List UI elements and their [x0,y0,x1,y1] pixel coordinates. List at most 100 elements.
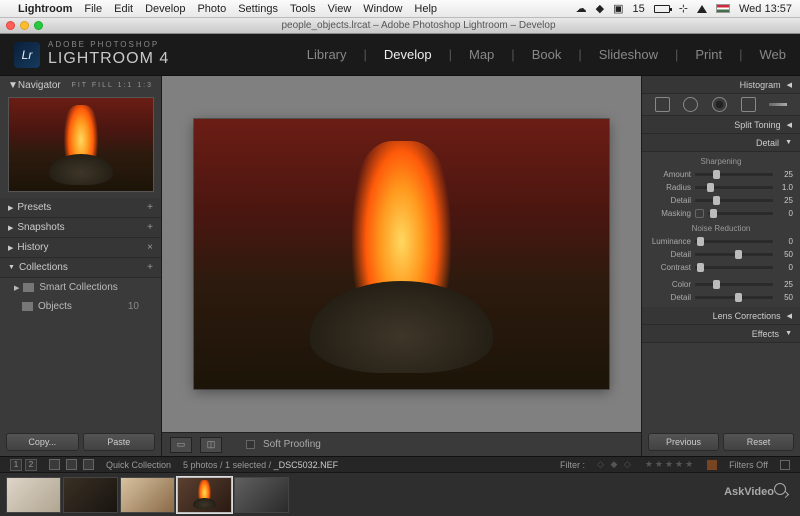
slider-track[interactable] [695,253,773,256]
filmstrip-thumb-selected[interactable] [177,477,232,513]
input-source-icon[interactable] [716,4,730,13]
navigator-zoom-options[interactable]: FIT FILL 1:1 1:3 [72,82,153,89]
slider-sharp-radius[interactable]: Radius1.0 [649,181,793,194]
filmstrip[interactable] [0,472,800,516]
module-library[interactable]: Library [307,47,347,62]
module-map[interactable]: Map [469,47,494,62]
slider-track[interactable] [695,199,773,202]
slider-knob[interactable] [697,237,704,246]
crop-tool[interactable] [655,97,670,112]
add-icon[interactable]: + [147,262,153,273]
previous-button[interactable]: Previous [648,433,719,451]
navigator-preview[interactable] [8,97,154,192]
spot-tool[interactable] [683,97,698,112]
menu-view[interactable]: View [328,3,352,15]
softproof-checkbox[interactable] [246,440,255,449]
wifi-icon[interactable] [697,5,707,13]
image-canvas[interactable] [162,76,641,432]
menu-settings[interactable]: Settings [238,3,278,15]
slider-track[interactable] [695,186,773,189]
before-after-button[interactable]: ◫ [200,437,222,453]
slider-sharp-detail[interactable]: Detail25 [649,194,793,207]
source-label[interactable]: Quick Collection [106,460,171,470]
slider-sharp-masking[interactable]: Masking0 [649,207,793,220]
slider-track[interactable] [695,173,773,176]
slider-knob[interactable] [735,293,742,302]
close-button[interactable] [6,21,15,30]
zoom-button[interactable] [34,21,43,30]
display-icon[interactable]: ▣ [613,2,623,15]
module-slideshow[interactable]: Slideshow [599,47,658,62]
slider-knob[interactable] [710,209,717,218]
paste-button[interactable]: Paste [83,433,156,451]
slider-noise-detail[interactable]: Detail50 [649,248,793,261]
menu-photo[interactable]: Photo [197,3,226,15]
menu-develop[interactable]: Develop [145,3,185,15]
menu-tools[interactable]: Tools [290,3,316,15]
slider-track[interactable] [695,283,773,286]
slider-knob[interactable] [697,263,704,272]
slider-track[interactable] [695,266,773,269]
menu-file[interactable]: File [84,3,102,15]
slider-knob[interactable] [713,196,720,205]
filmstrip-thumb[interactable] [6,477,61,513]
module-book[interactable]: Book [532,47,562,62]
slider-knob[interactable] [713,170,720,179]
slider-knob[interactable] [707,183,714,192]
menu-help[interactable]: Help [414,3,437,15]
monitor-2-button[interactable]: 2 [25,459,37,471]
module-print[interactable]: Print [695,47,722,62]
add-icon[interactable]: + [147,202,153,213]
slider-noise-contrast[interactable]: Contrast0 [649,261,793,274]
effects-panel[interactable]: Effects▼ [642,325,800,343]
redeye-tool[interactable] [712,97,727,112]
mask-preview-swatch[interactable] [695,209,704,218]
cloud-icon[interactable]: ☁ [576,2,587,15]
slider-knob[interactable] [735,250,742,259]
reset-button[interactable]: Reset [723,433,794,451]
flag-filter[interactable]: ◇ ◆ ◇ [597,459,633,470]
dropbox-icon[interactable]: ◆ [596,2,604,15]
grid-icon[interactable] [49,459,60,470]
split-toning-panel[interactable]: Split Toning◀ [642,116,800,134]
copy-button[interactable]: Copy... [6,433,79,451]
collections-panel[interactable]: ▼Collections+ [0,258,161,278]
lens-corrections-panel[interactable]: Lens Corrections◀ [642,307,800,325]
presets-panel[interactable]: ▶Presets+ [0,198,161,218]
filter-lock-icon[interactable] [780,460,790,470]
filmstrip-thumb[interactable] [234,477,289,513]
rating-filter[interactable]: ★★★★★ [645,459,695,470]
nav-back-button[interactable] [66,459,77,470]
filters-off[interactable]: Filters Off [729,460,768,470]
close-icon[interactable]: × [147,242,153,253]
clock[interactable]: Wed 13:57 [739,3,792,15]
add-icon[interactable]: + [147,222,153,233]
filmstrip-thumb[interactable] [120,477,175,513]
menu-edit[interactable]: Edit [114,3,133,15]
brush-tool[interactable] [769,103,787,106]
monitor-1-button[interactable]: 1 [10,459,22,471]
module-web[interactable]: Web [760,47,787,62]
bluetooth-icon[interactable]: ⊹ [679,2,688,15]
collection-smart[interactable]: ▶Smart Collections [0,278,161,297]
slider-track[interactable] [695,296,773,299]
history-panel[interactable]: ▶History× [0,238,161,258]
slider-sharp-amount[interactable]: Amount25 [649,168,793,181]
histogram-panel[interactable]: Histogram◀ [642,76,800,94]
detail-panel-header[interactable]: Detail▼ [642,134,800,152]
snapshots-panel[interactable]: ▶Snapshots+ [0,218,161,238]
filmstrip-thumb[interactable] [63,477,118,513]
minimize-button[interactable] [20,21,29,30]
nav-forward-button[interactable] [83,459,94,470]
slider-track[interactable] [695,240,773,243]
color-filter[interactable] [707,460,717,470]
battery-icon[interactable] [654,5,670,13]
slider-noise-detail[interactable]: Detail50 [649,291,793,304]
slider-knob[interactable] [713,280,720,289]
collection-objects[interactable]: Objects10 [0,297,161,316]
gradient-tool[interactable] [741,97,756,112]
slider-noise-luminance[interactable]: Luminance0 [649,235,793,248]
menu-window[interactable]: Window [363,3,402,15]
navigator-header[interactable]: ▼ Navigator FIT FILL 1:1 1:3 [0,76,161,95]
module-develop[interactable]: Develop [384,47,432,62]
